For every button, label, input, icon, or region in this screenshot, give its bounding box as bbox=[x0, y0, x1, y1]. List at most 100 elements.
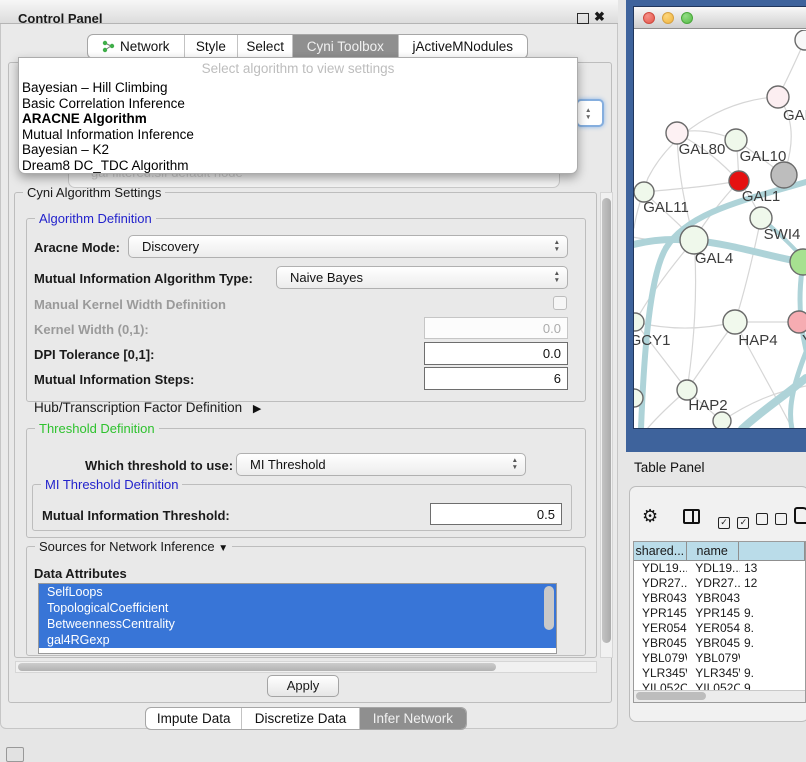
mi-algorithm-type-select[interactable]: Naive Bayes ▲▼ bbox=[276, 266, 568, 289]
sources-title[interactable]: Sources for Network Inference ▼ bbox=[35, 539, 232, 556]
network-tab-icon bbox=[102, 40, 115, 53]
network-node-y[interactable] bbox=[788, 311, 806, 333]
tab-select[interactable]: Select bbox=[237, 35, 292, 58]
tab-cyni-toolbox[interactable]: Cyni Toolbox bbox=[292, 35, 398, 58]
tab-label: Impute Data bbox=[157, 711, 231, 726]
document-icon[interactable] bbox=[794, 507, 806, 524]
which-threshold-select[interactable]: MI Threshold ▲▼ bbox=[236, 453, 526, 476]
algorithm-item-aracne-algorithm[interactable]: ARACNE Algorithm bbox=[19, 111, 577, 127]
select-all-checks-icon[interactable]: ✓ ✓ bbox=[718, 512, 749, 530]
network-canvas[interactable]: GALGAL80GAL10GAL1GAL11SWI4GAL4GCY1YHAP4H… bbox=[634, 30, 806, 428]
node-label-hap4: HAP4 bbox=[738, 332, 777, 349]
algorithm-item-basic-correlation-inference[interactable]: Basic Correlation Inference bbox=[19, 96, 577, 112]
algorithm-item-dream8-dc-tdc-algorithm[interactable]: Dream8 DC_TDC Algorithm bbox=[19, 158, 577, 174]
network-edge[interactable] bbox=[644, 181, 739, 192]
dpi-tolerance-field[interactable]: 0.0 bbox=[424, 342, 568, 365]
tab-jactivemnodules[interactable]: jActiveMNodules bbox=[398, 35, 527, 58]
table-cell: YER054C bbox=[687, 621, 740, 636]
node-label-gal10: GAL10 bbox=[740, 148, 787, 165]
table-row[interactable]: YDL19...YDL19...13 bbox=[634, 561, 805, 576]
network-node[interactable] bbox=[771, 162, 797, 188]
tab-label: jActiveMNodules bbox=[413, 39, 514, 54]
tab-impute-data[interactable]: Impute Data bbox=[146, 708, 241, 729]
network-edge[interactable] bbox=[791, 352, 806, 428]
kernel-width-field[interactable]: 0.0 bbox=[424, 317, 568, 339]
table-cell: 12 bbox=[740, 576, 805, 591]
attribute-item-topologicalcoefficient[interactable]: TopologicalCoefficient bbox=[39, 600, 556, 616]
table-cell: YBL079W bbox=[687, 651, 740, 666]
table-row[interactable]: YER054CYER054C8. bbox=[634, 621, 805, 636]
node-table: shared...name YDL19...YDL19...13YDR27...… bbox=[633, 541, 806, 703]
focused-combo-fragment[interactable]: ▲▼ bbox=[576, 99, 604, 127]
tab-network[interactable]: Network bbox=[88, 35, 184, 58]
dpi-tolerance-label: DPI Tolerance [0,1]: bbox=[34, 347, 154, 362]
node-label-gal4: GAL4 bbox=[695, 250, 733, 267]
table-cell: 9. bbox=[740, 606, 805, 621]
column-header-name[interactable]: name bbox=[687, 542, 739, 560]
minimize-traffic-light[interactable] bbox=[662, 12, 674, 24]
tab-style[interactable]: Style bbox=[184, 35, 238, 58]
table-cell: 9. bbox=[740, 636, 805, 651]
table-row[interactable]: YPR145WYPR145W9. bbox=[634, 606, 805, 621]
apply-button[interactable]: Apply bbox=[267, 675, 339, 697]
node-label-hap2: HAP2 bbox=[688, 397, 727, 414]
table-row[interactable]: YLR345WYLR345W9. bbox=[634, 666, 805, 681]
table-cell: YBR043C bbox=[687, 591, 740, 606]
table-cell: YDL19... bbox=[687, 561, 740, 576]
node-label-y: Y bbox=[802, 332, 806, 349]
columns-icon[interactable] bbox=[683, 509, 700, 524]
attributes-list-scrollbar[interactable] bbox=[544, 586, 554, 630]
attribute-item-betweennesscentrality[interactable]: BetweennessCentrality bbox=[39, 616, 556, 632]
table-horizontal-scrollbar[interactable] bbox=[634, 690, 805, 702]
node-label-gcy1: GCY1 bbox=[634, 332, 670, 349]
network-node-gal[interactable] bbox=[767, 86, 789, 108]
dock-mini-button[interactable] bbox=[6, 747, 24, 762]
attribute-item-selfloops[interactable]: SelfLoops bbox=[39, 584, 556, 600]
settings-vertical-scrollbar[interactable] bbox=[600, 192, 613, 658]
deselect-all-checks-icon[interactable] bbox=[756, 512, 787, 530]
aracne-mode-select[interactable]: Discovery ▲▼ bbox=[128, 235, 568, 258]
column-header-cut[interactable] bbox=[739, 542, 805, 560]
table-row[interactable]: YBR045CYBR045C9. bbox=[634, 636, 805, 651]
manual-kernel-checkbox[interactable] bbox=[553, 296, 567, 310]
settings-horizontal-scrollbar[interactable] bbox=[15, 661, 597, 673]
h-scroll-thumb[interactable] bbox=[18, 663, 496, 671]
table-row[interactable]: YIL052CYIL052C9 bbox=[634, 681, 805, 690]
table-cell: 9. bbox=[740, 666, 805, 681]
table-cell: YBR043C bbox=[634, 591, 687, 606]
algorithm-list: Bayesian – Hill ClimbingBasic Correlatio… bbox=[19, 80, 577, 174]
zoom-traffic-light[interactable] bbox=[681, 12, 693, 24]
network-window-titlebar[interactable] bbox=[634, 7, 806, 29]
float-window-icon[interactable] bbox=[577, 13, 589, 24]
mi-steps-field[interactable]: 6 bbox=[424, 367, 568, 390]
data-attributes-list[interactable]: SelfLoopsTopologicalCoefficientBetweenne… bbox=[38, 583, 557, 654]
network-node-hap4[interactable] bbox=[723, 310, 747, 334]
data-attributes-label: Data Attributes bbox=[34, 566, 127, 581]
close-icon[interactable]: ✖ bbox=[594, 9, 605, 25]
table-h-scroll-thumb[interactable] bbox=[636, 692, 706, 700]
network-edge[interactable] bbox=[735, 218, 761, 322]
network-node[interactable] bbox=[795, 30, 806, 50]
network-node-gcy1[interactable] bbox=[634, 313, 644, 331]
table-cell: YBR045C bbox=[634, 636, 687, 651]
mi-threshold-field[interactable]: 0.5 bbox=[430, 503, 562, 525]
v-scroll-thumb[interactable] bbox=[602, 198, 611, 643]
network-node[interactable] bbox=[713, 412, 731, 428]
gear-icon[interactable]: ⚙ bbox=[642, 507, 658, 525]
network-node[interactable] bbox=[790, 249, 806, 275]
algorithm-item-mutual-information-inference[interactable]: Mutual Information Inference bbox=[19, 127, 577, 143]
tab-discretize-data[interactable]: Discretize Data bbox=[241, 708, 358, 729]
table-row[interactable]: YBR043CYBR043C bbox=[634, 591, 805, 606]
algorithm-item-bayesian-k2[interactable]: Bayesian – K2 bbox=[19, 142, 577, 158]
hub-definition-toggle[interactable]: Hub/Transcription Factor Definition ▶ bbox=[34, 400, 261, 415]
control-panel-title: Control Panel bbox=[18, 9, 103, 28]
table-row[interactable]: YBL079WYBL079W bbox=[634, 651, 805, 666]
algorithm-item-bayesian-hill-climbing[interactable]: Bayesian – Hill Climbing bbox=[19, 80, 577, 96]
attribute-item-gal4rgexp[interactable]: gal4RGexp bbox=[39, 632, 556, 648]
table-row[interactable]: YDR27...YDR27...12 bbox=[634, 576, 805, 591]
app-root: Control Panel ✖ gal filtered.sif default… bbox=[0, 0, 806, 762]
tab-infer-network[interactable]: Infer Network bbox=[359, 708, 466, 729]
close-traffic-light[interactable] bbox=[643, 12, 655, 24]
column-header-shared...[interactable]: shared... bbox=[634, 542, 687, 560]
node-label-gal1: GAL1 bbox=[742, 188, 780, 205]
